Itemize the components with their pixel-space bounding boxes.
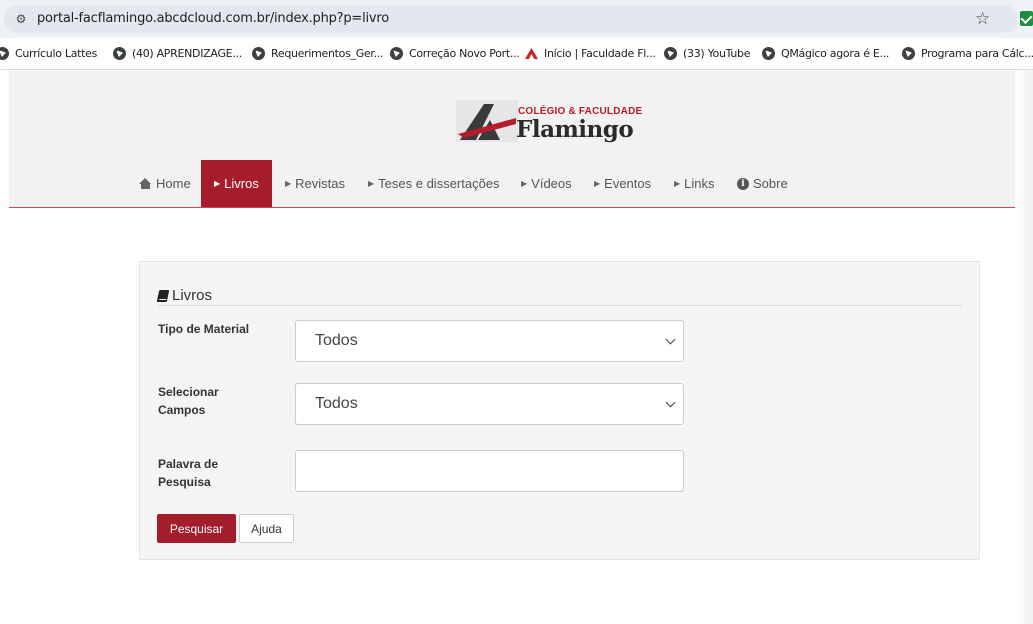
nav-revistas[interactable]: ▶ Revistas [285,160,345,207]
nav-eventos[interactable]: ▶ Eventos [594,160,651,207]
nav-label: Sobre [753,176,788,191]
info-circle-icon: i [737,177,749,190]
site-info-icon[interactable]: ⚙ [12,10,30,28]
palavra-pesquisa-label: Palavra de Pesquisa [158,455,218,491]
globe-icon [902,47,915,60]
chevron-down-icon [665,397,676,408]
bookmark-aprendizage[interactable]: (40) APRENDIZAGE... [113,47,242,60]
bookmark-qmagico[interactable]: QMágico agora é E... [762,47,889,60]
site-header: COLÉGIO & FACULDADE Flamingo Home ▶ Livro… [9,71,1033,208]
bookmark-youtube[interactable]: (33) YouTube [664,47,751,60]
flamingo-logo-icon [456,100,518,142]
search-form-panel: Livros Tipo de Material Todos Selecionar… [139,261,980,560]
label-line: Palavra de [158,457,219,471]
bookmark-programa-calc[interactable]: Programa para Cálc... [902,47,1033,60]
bookmark-correcao[interactable]: Correção Novo Port... [390,47,520,60]
nav-label: Links [684,176,715,191]
globe-icon [664,47,677,60]
legend-text: Livros [172,287,213,304]
bookmark-star-icon[interactable]: ☆ [975,9,990,29]
extension-check-icon[interactable] [1020,11,1033,26]
tipo-material-select[interactable]: Todos [295,320,684,362]
selecionar-campos-label: Selecionar Campos [158,383,219,419]
bookmark-label: Programa para Cálc... [921,47,1033,60]
globe-icon [113,47,126,60]
globe-icon [252,47,265,60]
nav-label: Eventos [604,176,652,191]
nav-label: Teses e dissertações [378,176,500,191]
browser-address-bar: ⚙ portal-facflamingo.abcdcloud.com.br/in… [0,0,1033,38]
bookmark-faculdade-flamingo[interactable]: Início | Faculdade Fl... [525,47,656,60]
url-text[interactable]: portal-facflamingo.abcdcloud.com.br/inde… [37,11,389,26]
nav-links[interactable]: ▶ Links [674,160,715,207]
flamingo-logo-icon [525,47,538,60]
bookmark-curriculo-lattes[interactable]: Currículo Lattes [0,47,97,60]
bookmark-label: Currículo Lattes [15,47,98,60]
nav-label: Home [156,176,191,191]
nav-label: Revistas [295,176,346,191]
bookmark-label: Início | Faculdade Fl... [544,47,656,60]
nav-teses[interactable]: ▶ Teses e dissertações [368,160,500,207]
scrollbar-track[interactable] [1015,70,1033,624]
globe-icon [0,47,9,60]
bookmark-label: (40) APRENDIZAGE... [132,47,242,60]
caret-right-icon: ▶ [214,179,221,188]
bookmark-label: (33) YouTube [683,47,751,60]
globe-icon [762,47,775,60]
bookmark-requerimentos[interactable]: Requerimentos_Ger... [252,47,384,60]
caret-right-icon: ▶ [521,179,528,188]
selecionar-campos-select[interactable]: Todos [295,383,684,425]
label-line: Campos [158,403,206,417]
caret-right-icon: ▶ [368,179,375,188]
home-icon [139,178,152,189]
logo-title: Flamingo [516,116,634,143]
chevron-down-icon [665,334,676,345]
bookmark-label: QMágico agora é E... [781,47,890,60]
main-nav: Home ▶ Livros ▶ Revistas ▶ Teses e disserta… [9,160,1033,207]
nav-videos[interactable]: ▶ Vídeos [521,160,572,207]
bookmarks-bar: Currículo Lattes (40) APRENDIZAGE... Req… [0,38,1033,70]
palavra-pesquisa-input[interactable] [295,450,684,492]
book-icon [156,289,170,302]
caret-right-icon: ▶ [285,179,292,188]
pesquisar-button[interactable]: Pesquisar [157,514,236,543]
bookmark-label: Requerimentos_Ger... [271,47,384,60]
form-legend: Livros [156,286,962,306]
globe-icon [390,47,403,60]
label-line: Selecionar [158,385,219,399]
ajuda-button[interactable]: Ajuda [239,514,294,543]
nav-label: Vídeos [531,176,572,191]
nav-livros[interactable]: ▶ Livros [201,160,272,207]
select-value: Todos [315,395,358,412]
tipo-material-label: Tipo de Material [158,320,249,338]
caret-right-icon: ▶ [594,179,601,188]
select-value: Todos [315,332,358,349]
site-logo[interactable]: COLÉGIO & FACULDADE Flamingo [456,98,646,146]
label-text: Tipo de Material [158,322,250,336]
label-line: Pesquisa [158,475,211,489]
nav-sobre[interactable]: i Sobre [737,160,788,207]
caret-right-icon: ▶ [674,179,681,188]
nav-label: Livros [224,176,259,191]
nav-home[interactable]: Home [139,160,191,207]
bookmark-label: Correção Novo Port... [409,47,520,60]
